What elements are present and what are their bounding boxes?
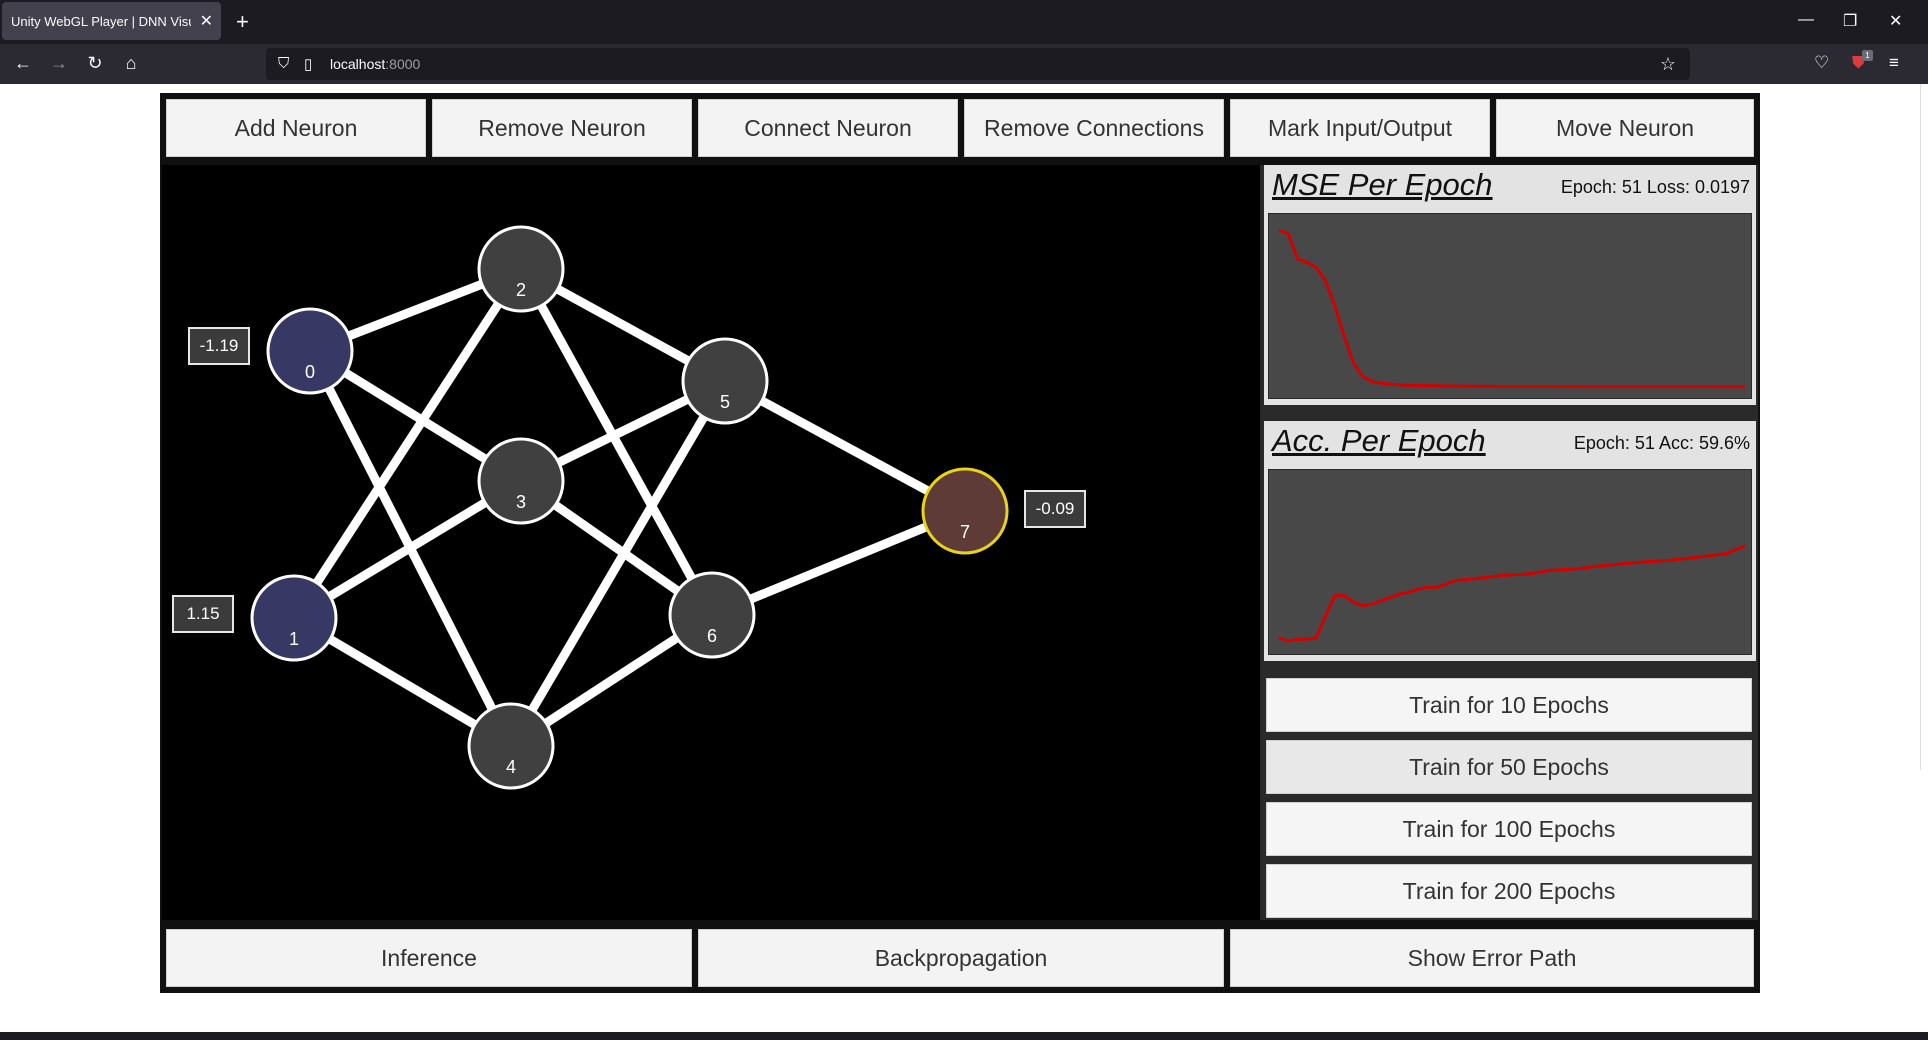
remove-neuron-button[interactable]: Remove Neuron [432, 99, 692, 157]
pocket-icon[interactable]: ♡ [1814, 53, 1829, 73]
mark-input-output-button[interactable]: Mark Input/Output [1230, 99, 1490, 157]
neuron-2[interactable]: 2 [477, 225, 565, 313]
neuron-label: 3 [516, 492, 526, 512]
neuron-label: 2 [516, 280, 526, 300]
tab-title: Unity WebGL Player | DNN Visualizer [11, 13, 191, 29]
mse-panel-stat: Epoch: 51 Loss: 0.0197 [1560, 177, 1750, 197]
acc-plot [1268, 469, 1752, 655]
acc-panel-stat: Epoch: 51 Acc: 59.6% [1573, 433, 1750, 453]
menu-icon[interactable]: ≡ [1889, 53, 1899, 73]
neuron-label: 6 [707, 626, 717, 646]
bookmark-star-icon[interactable]: ☆ [1660, 54, 1676, 75]
neuron-label: 0 [305, 362, 315, 382]
network-canvas[interactable]: 0 1 2 3 4 5 6 7 -1.19 1.15 -0.09 [162, 165, 1260, 920]
browser-title-bar: Unity WebGL Player | DNN Visualizer ✕ + … [0, 0, 1928, 44]
neuron-4[interactable]: 4 [467, 702, 555, 790]
neuron-label: 4 [506, 757, 516, 777]
neuron-0[interactable]: 0 [266, 307, 354, 395]
neuron-6[interactable]: 6 [668, 571, 756, 659]
neuron-label: 1 [289, 629, 299, 649]
train-100-epochs-button[interactable]: Train for 100 Epochs [1266, 802, 1752, 856]
page-scrollbar[interactable] [1920, 84, 1928, 770]
acc-panel-title: Acc. Per Epoch [1272, 423, 1486, 458]
show-error-path-button[interactable]: Show Error Path [1230, 929, 1754, 987]
mse-plot [1268, 213, 1752, 399]
neuron-label: 5 [720, 392, 730, 412]
input-value-0[interactable]: -1.19 [188, 327, 250, 365]
output-value-7: -0.09 [1024, 490, 1086, 528]
train-10-epochs-button[interactable]: Train for 10 Epochs [1266, 678, 1752, 732]
extension-badge: 1 [1862, 50, 1873, 61]
page-icon: ▯ [304, 56, 313, 73]
mse-panel: MSE Per Epoch Epoch: 51 Loss: 0.0197 [1264, 165, 1756, 405]
train-50-epochs-button[interactable]: Train for 50 Epochs [1266, 740, 1752, 794]
series-line [1278, 228, 1746, 389]
neuron-1[interactable]: 1 [250, 574, 338, 662]
close-window-icon[interactable]: ✕ [1889, 11, 1902, 31]
backpropagation-button[interactable]: Backpropagation [698, 929, 1224, 987]
add-neuron-button[interactable]: Add Neuron [166, 99, 426, 157]
browser-tab[interactable]: Unity WebGL Player | DNN Visualizer ✕ [2, 2, 221, 40]
neuron-7[interactable]: 7 [921, 467, 1009, 555]
shield-icon[interactable]: ⛉ [278, 55, 289, 72]
neuron-5[interactable]: 5 [681, 337, 769, 425]
mse-panel-title: MSE Per Epoch [1272, 167, 1493, 202]
tab-close-icon[interactable]: ✕ [200, 11, 213, 31]
network-graph[interactable]: 0 1 2 3 4 5 6 7 [162, 165, 1260, 920]
remove-connections-button[interactable]: Remove Connections [964, 99, 1224, 157]
move-neuron-button[interactable]: Move Neuron [1496, 99, 1754, 157]
taskbar-strip [0, 1032, 1928, 1040]
inference-button[interactable]: Inference [166, 929, 692, 987]
acc-panel: Acc. Per Epoch Epoch: 51 Acc: 59.6% [1264, 421, 1756, 661]
neuron-3[interactable]: 3 [477, 437, 565, 525]
unity-app: Add Neuron Remove Neuron Connect Neuron … [160, 93, 1760, 993]
side-panel: MSE Per Epoch Epoch: 51 Loss: 0.0197 Acc… [1260, 165, 1758, 920]
train-200-epochs-button[interactable]: Train for 200 Epochs [1266, 864, 1752, 918]
minimize-icon[interactable]: — [1798, 11, 1814, 29]
series-line [1278, 544, 1746, 643]
neuron-label: 7 [960, 522, 970, 542]
url-text[interactable]: localhost:8000 [330, 56, 420, 72]
restore-icon[interactable]: ❐ [1843, 11, 1857, 31]
address-bar[interactable]: ⛉ ▯ localhost:8000 ☆ [266, 48, 1690, 80]
new-tab-button[interactable]: + [236, 9, 249, 35]
reload-icon[interactable]: ↻ [84, 53, 106, 74]
navigation-bar: ← → ↻ ⌂ ⛉ ▯ localhost:8000 ☆ ♡ ⛊ 1 ≡ [0, 44, 1928, 84]
input-value-1[interactable]: 1.15 [172, 595, 234, 633]
connect-neuron-button[interactable]: Connect Neuron [698, 99, 958, 157]
home-icon[interactable]: ⌂ [120, 53, 142, 74]
back-arrow-icon[interactable]: ← [12, 53, 34, 74]
forward-arrow-icon[interactable]: → [48, 53, 70, 74]
